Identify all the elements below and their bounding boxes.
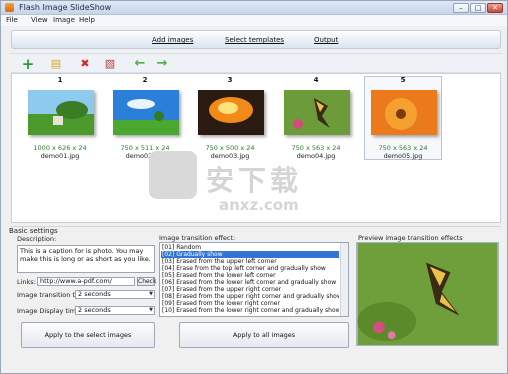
transition-time-value: 2 seconds	[78, 290, 111, 298]
close-button[interactable]: ✕	[487, 3, 503, 13]
app-icon	[5, 3, 14, 12]
thumbnail-image[interactable]	[28, 90, 94, 135]
menu-help[interactable]: Help	[79, 16, 95, 24]
thumbnail-number: 3	[227, 76, 233, 84]
app-window: Flash Image SlideShow – □ ✕ File View Im…	[0, 0, 508, 374]
thumbnail[interactable]: 4 750 x 563 x 24 demo04.jpg	[276, 76, 356, 161]
delete-icon[interactable]: ✖	[78, 57, 92, 71]
list-item[interactable]: [04] Erase from the top left corner and …	[161, 265, 339, 272]
apply-selected-button[interactable]: Apply to the select images	[21, 322, 155, 348]
thumbnail-image[interactable]	[113, 90, 179, 135]
description-textarea[interactable]: This is a caption for is photo. You may …	[17, 245, 155, 273]
list-item[interactable]: [05] Erased from the lower left corner	[161, 272, 339, 279]
check-button[interactable]: Check	[137, 277, 156, 286]
thumbnail[interactable]: 2 750 x 511 x 24 demo02.jpg	[105, 76, 185, 161]
thumbnail-filename: demo01.jpg	[40, 152, 80, 160]
thumbnail-size: 750 x 563 x 24	[291, 144, 341, 152]
thumbnail[interactable]: 3 750 x 500 x 24 demo03.jpg	[190, 76, 270, 161]
list-item[interactable]: [01] Random	[161, 244, 339, 251]
menu-file[interactable]: File	[6, 16, 18, 24]
thumbnail-image[interactable]	[284, 90, 350, 135]
add-folder-icon[interactable]: ▤	[49, 57, 63, 71]
nav-add-images[interactable]: Add images	[152, 36, 193, 44]
thumbnail-size: 1000 x 626 x 24	[33, 144, 87, 152]
thumbnail-number: 4	[313, 76, 319, 84]
thumbnail-number: 1	[57, 76, 63, 84]
effect-listbox[interactable]: [01] Random [02] Gradually show [03] Era…	[159, 242, 349, 317]
list-item[interactable]: [03] Erased from the upper left corner	[161, 258, 339, 265]
preview-label: Preview image transition effects	[358, 234, 463, 242]
transition-time-select[interactable]: 2 seconds ▼	[75, 290, 155, 299]
links-input[interactable]: http://www.a-pdf.com/	[37, 277, 135, 286]
list-item[interactable]: [07] Erased from the upper right corner	[161, 286, 339, 293]
thumbnail-image[interactable]	[371, 90, 437, 135]
toolbar: + ▤ ✖ ▧ ← →	[11, 53, 501, 73]
thumbnail-size: 750 x 563 x 24	[378, 144, 428, 152]
chevron-down-icon: ▼	[149, 307, 153, 313]
watermark-logo	[149, 151, 197, 199]
basic-settings-title: Basic settings	[9, 227, 58, 235]
preview-image	[356, 242, 499, 346]
display-time-select[interactable]: 2 seconds ▼	[75, 306, 155, 315]
list-item-selected[interactable]: [02] Gradually show	[161, 251, 339, 258]
menu-bar: File View Image Help	[1, 15, 507, 26]
menu-view[interactable]: View	[31, 16, 48, 24]
list-item[interactable]: [06] Erased from the lower left corner a…	[161, 279, 339, 286]
nav-bar: Add images Select templates Output	[11, 30, 501, 49]
thumbnail-filename: demo05.jpg	[383, 152, 423, 160]
watermark-text: 安下载	[206, 164, 303, 197]
apply-all-button[interactable]: Apply to all images	[179, 322, 349, 348]
thumbnail-number: 5	[400, 76, 406, 84]
window-title: Flash Image SlideShow	[19, 3, 112, 12]
title-bar: Flash Image SlideShow – □ ✕	[1, 1, 507, 15]
chevron-down-icon: ▼	[149, 291, 153, 297]
nav-output[interactable]: Output	[314, 36, 338, 44]
effect-label: Image transition effect:	[159, 234, 236, 242]
maximize-button[interactable]: □	[470, 3, 486, 13]
menu-image[interactable]: Image	[53, 16, 75, 24]
watermark-subtext: anxz.com	[219, 196, 299, 214]
move-right-icon[interactable]: →	[155, 57, 169, 71]
nav-select-templates[interactable]: Select templates	[225, 36, 284, 44]
minimize-button[interactable]: –	[453, 3, 469, 13]
thumbnail-size: 750 x 500 x 24	[205, 144, 255, 152]
add-image-icon[interactable]: +	[21, 57, 35, 72]
thumbnail[interactable]: 1 1000 x 626 x 24 demo01.jpg	[20, 76, 100, 161]
move-left-icon[interactable]: ←	[133, 57, 147, 71]
list-item[interactable]: [08] Erased from the upper right corner …	[161, 293, 339, 300]
list-scrollbar[interactable]	[340, 243, 348, 316]
thumbnail[interactable]: 5 750 x 563 x 24 demo05.jpg	[363, 76, 443, 161]
display-time-value: 2 seconds	[78, 306, 111, 314]
description-label: Description:	[17, 235, 57, 243]
clear-all-icon[interactable]: ▧	[103, 57, 117, 71]
links-label: Links:	[17, 278, 36, 286]
thumbnail-image[interactable]	[198, 90, 264, 135]
list-item[interactable]: [10] Erased from the lower right corner …	[161, 307, 339, 314]
display-time-label: Image Display time:	[17, 307, 83, 315]
list-item[interactable]: [09] Erased from the lower right corner	[161, 300, 339, 307]
thumbnail-number: 2	[142, 76, 148, 84]
